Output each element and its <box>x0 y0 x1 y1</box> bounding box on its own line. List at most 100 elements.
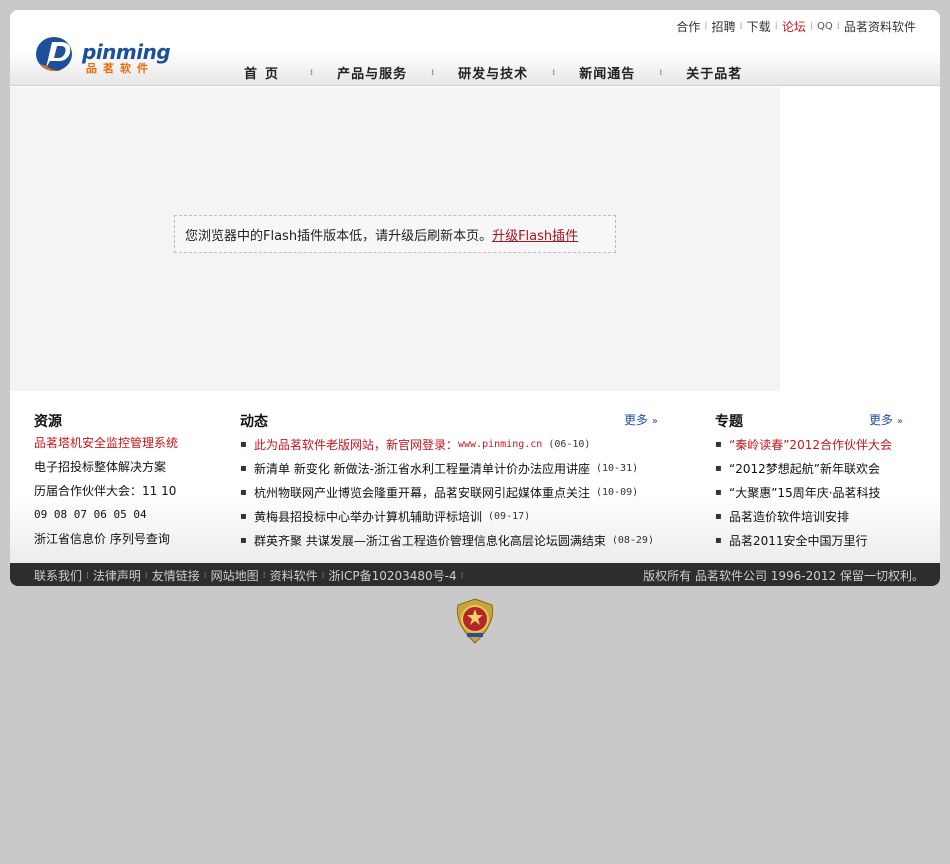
footer-link-legal[interactable]: 法律声明 <box>93 567 141 584</box>
flash-upgrade-notice: 您浏览器中的Flash插件版本低，请升级后刷新本页。 升级Flash插件 <box>174 215 616 253</box>
nav-products[interactable]: 产品与服务 <box>337 63 407 82</box>
separator: ⁞ <box>809 21 814 32</box>
topic-item-label: “2012梦想起航”新年联欢会 <box>729 462 880 476</box>
news-item[interactable]: ▪ 此为品茗软件老版网站，新官网登录： www.pinming.cn (06-1… <box>240 433 680 457</box>
bullet-icon: ▪ <box>715 535 722 546</box>
resource-item[interactable]: 电子招投标整体解决方案 <box>34 455 214 479</box>
news-item-date: (10-31) <box>595 463 639 474</box>
separator: ⁞ <box>739 21 743 32</box>
topic-item-label: 品茗造价软件培训安排 <box>729 510 850 524</box>
top-links: 合作 ⁞ 招聘 ⁞ 下载 ⁞ 论坛 ⁞ QQ ⁞ 品茗资料软件 <box>676 18 916 35</box>
top-link-download[interactable]: 下载 <box>747 18 771 35</box>
site-footer: 联系我们 ⁞ 法律声明 ⁞ 友情链接 ⁞ 网站地图 ⁞ 资料软件 ⁞ 浙ICP备… <box>10 563 940 586</box>
police-emblem-icon[interactable] <box>452 597 498 645</box>
separator: ⁞ <box>321 570 325 581</box>
news-item-url: www.pinming.cn <box>458 439 543 450</box>
logo-mark-icon <box>36 37 72 72</box>
news-item-text: 杭州物联网产业博览会隆重开幕，品茗安联网引起媒体重点关注 <box>254 486 591 500</box>
news-item-text: 群英齐聚 共谋发展—浙江省工程造价管理信息化高层论坛圆满结束 <box>254 534 606 548</box>
news-item-date: (09-17) <box>488 511 531 522</box>
news-title: 动态 <box>240 414 268 430</box>
top-link-data-software[interactable]: 品茗资料软件 <box>844 18 916 35</box>
news-list: ▪ 此为品茗软件老版网站，新官网登录： www.pinming.cn (06-1… <box>240 433 680 553</box>
double-chevron-right-icon: » <box>651 416 658 427</box>
news-item[interactable]: ▪ 群英齐聚 共谋发展—浙江省工程造价管理信息化高层论坛圆满结束 (08-29) <box>240 529 680 553</box>
bullet-icon: ▪ <box>240 439 247 450</box>
news-more-link[interactable]: 更多 » <box>624 411 658 428</box>
resource-item[interactable]: 品茗塔机安全监控管理系统 <box>34 431 214 455</box>
bullet-icon: ▪ <box>715 463 722 474</box>
separator: ⁞ <box>86 570 89 581</box>
footer-link-sitemap[interactable]: 网站地图 <box>211 567 259 584</box>
bullet-icon: ▪ <box>715 439 722 450</box>
footer-link-contact[interactable]: 联系我们 <box>34 567 82 584</box>
separator: ⁞ <box>262 570 266 581</box>
separator: ⁞ <box>310 68 314 77</box>
top-link-jobs[interactable]: 招聘 <box>711 18 735 35</box>
topic-item[interactable]: ▪ “秦岭读春”2012合作伙伴大会 <box>715 433 920 457</box>
flash-notice-text: 您浏览器中的Flash插件版本低，请升级后刷新本页。 <box>185 228 493 244</box>
separator: ⁞ <box>552 68 556 77</box>
resource-item[interactable]: 历届合作伙伴大会：11 10 <box>34 479 214 503</box>
topic-item[interactable]: ▪ 品茗造价软件培训安排 <box>715 505 920 529</box>
separator: ⁞ <box>704 21 708 32</box>
logo-subtitle: 品茗软件 <box>86 62 154 75</box>
news-item-date: (08-29) <box>611 535 654 546</box>
flash-banner: 您浏览器中的Flash插件版本低，请升级后刷新本页。 升级Flash插件 <box>10 87 780 391</box>
bullet-icon: ▪ <box>240 463 247 474</box>
topic-item[interactable]: ▪ “2012梦想起航”新年联欢会 <box>715 457 920 481</box>
site-header: pinming 品茗软件 合作 ⁞ 招聘 ⁞ 下载 ⁞ 论坛 ⁞ QQ ⁞ 品茗… <box>10 10 940 86</box>
banner-side-panel <box>780 87 940 391</box>
separator: ⁞ <box>659 68 663 77</box>
separator: ⁞ <box>460 570 464 581</box>
nav-news[interactable]: 新闻通告 <box>579 63 635 82</box>
top-link-cooperation[interactable]: 合作 <box>676 18 700 35</box>
resources-title: 资源 <box>34 414 62 430</box>
separator: ⁞ <box>774 21 778 32</box>
double-chevron-right-icon: » <box>896 416 903 427</box>
separator: ⁞ <box>836 21 840 32</box>
separator: ⁞ <box>203 570 207 581</box>
topics-list: ▪ “秦岭读春”2012合作伙伴大会 ▪ “2012梦想起航”新年联欢会 ▪ “… <box>715 433 920 553</box>
bullet-icon: ▪ <box>240 511 247 522</box>
news-item-date: (06-10) <box>548 439 591 450</box>
topics-title: 专题 <box>715 414 743 430</box>
news-item-date: (10-09) <box>596 487 639 498</box>
main-nav: 首页 ⁞ 产品与服务 ⁞ 研发与技术 ⁞ 新闻通告 ⁞ 关于品茗 <box>244 63 742 82</box>
topic-item[interactable]: ▪ “大聚惠”15周年庆·品茗科技 <box>715 481 920 505</box>
footer-link-icp[interactable]: 浙ICP备10203480号-4 <box>328 567 456 584</box>
topic-item-label: 品茗2011安全中国万里行 <box>729 534 868 548</box>
page-container: pinming 品茗软件 合作 ⁞ 招聘 ⁞ 下载 ⁞ 论坛 ⁞ QQ ⁞ 品茗… <box>10 10 940 586</box>
resource-item[interactable]: 09 08 07 06 05 04 <box>34 503 214 527</box>
separator: ⁞ <box>431 68 435 77</box>
footer-link-data-software[interactable]: 资料软件 <box>270 567 318 584</box>
topic-item-label: “秦岭读春”2012合作伙伴大会 <box>729 438 892 452</box>
more-label: 更多 <box>869 413 894 427</box>
news-item[interactable]: ▪ 杭州物联网产业博览会隆重开幕，品茗安联网引起媒体重点关注 (10-09) <box>240 481 680 505</box>
bullet-icon: ▪ <box>715 487 722 498</box>
news-item[interactable]: ▪ 黄梅县招投标中心举办计算机辅助评标培训 (09-17) <box>240 505 680 529</box>
more-label: 更多 <box>624 413 649 427</box>
pinming-logo[interactable]: pinming 品茗软件 <box>34 34 180 76</box>
top-link-forum[interactable]: 论坛 <box>782 18 806 35</box>
bullet-icon: ▪ <box>715 511 722 522</box>
flash-upgrade-link[interactable]: 升级Flash插件 <box>492 225 578 244</box>
content-section: 资源 品茗塔机安全监控管理系统 电子招投标整体解决方案 历届合作伙伴大会：11 … <box>10 391 940 563</box>
topic-item-label: “大聚惠”15周年庆·品茗科技 <box>729 486 881 500</box>
top-link-qq[interactable]: QQ <box>817 21 833 32</box>
footer-link-friends[interactable]: 友情链接 <box>152 567 200 584</box>
nav-about[interactable]: 关于品茗 <box>686 63 742 82</box>
bullet-icon: ▪ <box>240 535 247 546</box>
nav-research[interactable]: 研发与技术 <box>458 63 528 82</box>
news-item-text: 新清单 新变化 新做法-浙江省水利工程量清单计价办法应用讲座 <box>254 462 590 476</box>
topics-more-link[interactable]: 更多 » <box>869 411 903 428</box>
nav-home[interactable]: 首页 <box>244 63 286 82</box>
news-item-text: 黄梅县招投标中心举办计算机辅助评标培训 <box>254 510 483 524</box>
topic-item[interactable]: ▪ 品茗2011安全中国万里行 <box>715 529 920 553</box>
news-item[interactable]: ▪ 新清单 新变化 新做法-浙江省水利工程量清单计价办法应用讲座 (10-31) <box>240 457 680 481</box>
footer-links: 联系我们 ⁞ 法律声明 ⁞ 友情链接 ⁞ 网站地图 ⁞ 资料软件 ⁞ 浙ICP备… <box>34 567 468 584</box>
resource-item[interactable]: 浙江省信息价 序列号查询 <box>34 527 214 551</box>
police-emblem-graphic <box>456 598 494 644</box>
resources-list: 品茗塔机安全监控管理系统 电子招投标整体解决方案 历届合作伙伴大会：11 10 … <box>34 431 214 551</box>
bullet-icon: ▪ <box>240 487 247 498</box>
